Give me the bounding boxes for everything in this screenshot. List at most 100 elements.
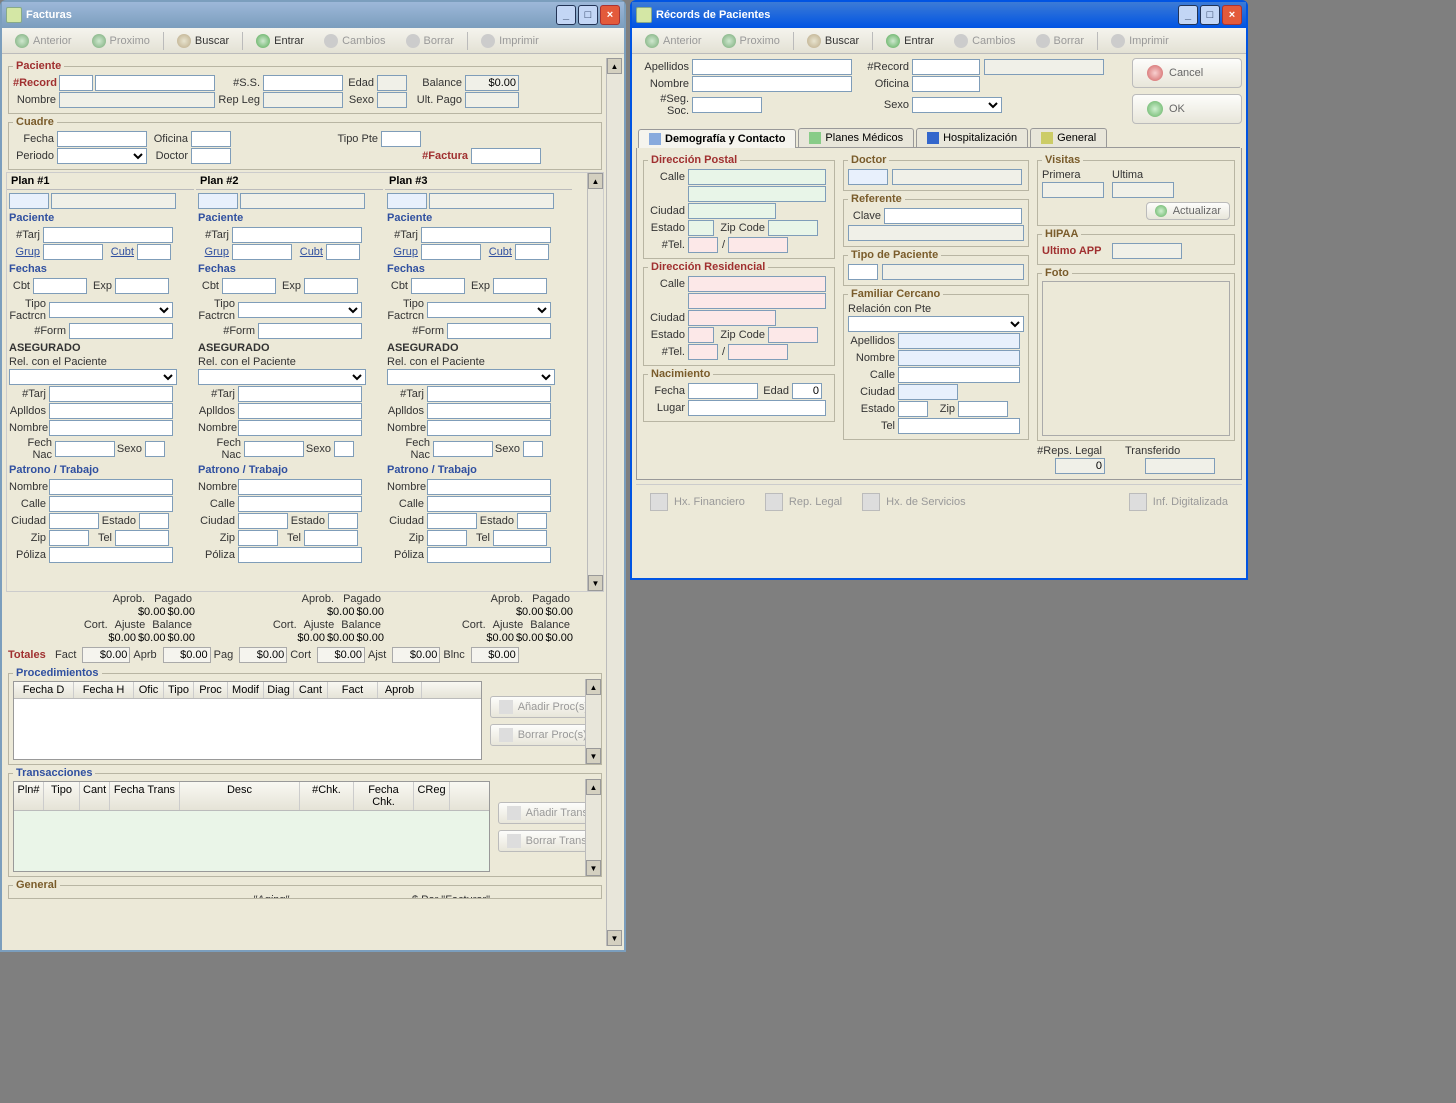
aseg-nombre-input[interactable] — [238, 420, 362, 436]
aseg-nombre-input[interactable] — [49, 420, 173, 436]
trans-col-header[interactable]: Fecha Trans — [110, 782, 180, 810]
aseg-fechnac-input[interactable] — [433, 441, 493, 457]
buscar-button[interactable]: Buscar — [168, 31, 238, 51]
fam-tel-input[interactable] — [898, 418, 1020, 434]
cbt-input[interactable] — [222, 278, 276, 294]
dp-tel2-input[interactable] — [728, 237, 788, 253]
scroll-down-icon[interactable]: ▼ — [607, 930, 622, 946]
grup-input[interactable] — [43, 244, 103, 260]
ref-name-input[interactable] — [848, 225, 1024, 241]
ultpago-input[interactable] — [465, 92, 519, 108]
photo-placeholder[interactable] — [1042, 281, 1230, 436]
close-button[interactable]: × — [1222, 5, 1242, 25]
pat-estado-input[interactable] — [517, 513, 547, 529]
minimize-button[interactable]: _ — [556, 5, 576, 25]
pat-calle-input[interactable] — [49, 496, 173, 512]
dr-ciudad-input[interactable] — [688, 310, 776, 326]
periodo-select[interactable] — [57, 148, 147, 164]
tipopte-input[interactable] — [381, 131, 421, 147]
proc-col-header[interactable]: Fact — [328, 682, 378, 698]
trans-col-header[interactable]: Tipo — [44, 782, 80, 810]
pat-poliza-input[interactable] — [49, 547, 173, 563]
record-input-2[interactable] — [95, 75, 215, 91]
proc-col-header[interactable]: Ofic — [134, 682, 164, 698]
pat-poliza-input[interactable] — [427, 547, 551, 563]
cubt-link[interactable]: Cubt — [103, 246, 137, 258]
tipofact-select[interactable] — [49, 302, 173, 318]
plan-code-input[interactable] — [387, 193, 427, 209]
tab-planes[interactable]: Planes Médicos — [798, 128, 914, 147]
proc-col-header[interactable]: Aprob — [378, 682, 422, 698]
cubt-input[interactable] — [515, 244, 549, 260]
scroll-up-icon[interactable]: ▲ — [586, 779, 601, 795]
nac-lugar-input[interactable] — [688, 400, 826, 416]
window-scrollbar[interactable]: ▲ ▼ — [606, 58, 622, 946]
nac-edad-input[interactable] — [792, 383, 822, 399]
ref-clave-input[interactable] — [884, 208, 1022, 224]
sexo-select[interactable] — [912, 97, 1002, 113]
aseg-fechnac-input[interactable] — [244, 441, 304, 457]
oficina-input[interactable] — [191, 131, 231, 147]
proc-col-header[interactable]: Cant — [294, 682, 328, 698]
aseg-nombre-input[interactable] — [427, 420, 551, 436]
maximize-button[interactable]: □ — [1200, 5, 1220, 25]
maximize-button[interactable]: □ — [578, 5, 598, 25]
dp-ciudad-input[interactable] — [688, 203, 776, 219]
proc-col-header[interactable]: Fecha D — [14, 682, 74, 698]
trans-col-header[interactable]: #Chk. — [300, 782, 354, 810]
aseg-sexo-input[interactable] — [523, 441, 543, 457]
dr-tel2-input[interactable] — [728, 344, 788, 360]
tipofact-select[interactable] — [427, 302, 551, 318]
scroll-up-icon[interactable]: ▲ — [588, 173, 603, 189]
fam-ciudad-input[interactable] — [898, 384, 958, 400]
plan-name-input[interactable] — [51, 193, 176, 209]
aseg-tarj-input[interactable] — [427, 386, 551, 402]
fam-calle-input[interactable] — [898, 367, 1020, 383]
pat-nombre-input[interactable] — [49, 479, 173, 495]
cubt-input[interactable] — [326, 244, 360, 260]
pat-tel-input[interactable] — [493, 530, 547, 546]
entrar-button[interactable]: Entrar — [247, 31, 313, 51]
cancel-button[interactable]: Cancel — [1132, 58, 1242, 88]
tab-demografia[interactable]: Demografía y Contacto — [638, 129, 796, 148]
aseg-sexo-input[interactable] — [145, 441, 165, 457]
exp-input[interactable] — [493, 278, 547, 294]
tipopte-name-input[interactable] — [882, 264, 1024, 280]
proc-col-header[interactable]: Fecha H — [74, 682, 134, 698]
fecha-input[interactable] — [57, 131, 147, 147]
aseg-apellidos-input[interactable] — [238, 403, 362, 419]
doctor-code-input[interactable] — [848, 169, 888, 185]
pat-ciudad-input[interactable] — [49, 513, 99, 529]
form-input[interactable] — [258, 323, 362, 339]
fam-estado-input[interactable] — [898, 401, 928, 417]
pat-estado-input[interactable] — [139, 513, 169, 529]
dp-calle-input[interactable] — [688, 169, 826, 185]
aseg-sexo-input[interactable] — [334, 441, 354, 457]
buscar-button[interactable]: Buscar — [798, 31, 868, 51]
aseg-apellidos-input[interactable] — [49, 403, 173, 419]
tarj-input[interactable] — [232, 227, 362, 243]
fam-apellidos-input[interactable] — [898, 333, 1020, 349]
sexo-input[interactable] — [377, 92, 407, 108]
dr-tel1-input[interactable] — [688, 344, 718, 360]
scroll-up-icon[interactable]: ▲ — [586, 679, 601, 695]
rel-select[interactable] — [9, 369, 177, 385]
cbt-input[interactable] — [411, 278, 465, 294]
form-input[interactable] — [447, 323, 551, 339]
cubt-link[interactable]: Cubt — [481, 246, 515, 258]
plans-scrollbar[interactable]: ▲ ▼ — [587, 173, 603, 591]
pat-tel-input[interactable] — [304, 530, 358, 546]
pat-calle-input[interactable] — [427, 496, 551, 512]
edad-input[interactable] — [377, 75, 407, 91]
fam-zip-input[interactable] — [958, 401, 1008, 417]
tarj-input[interactable] — [421, 227, 551, 243]
oficina-input[interactable] — [912, 76, 980, 92]
fam-nombre-input[interactable] — [898, 350, 1020, 366]
doctor-input[interactable] — [191, 148, 231, 164]
rel-select[interactable] — [198, 369, 366, 385]
pat-nombre-input[interactable] — [238, 479, 362, 495]
pat-zip-input[interactable] — [49, 530, 89, 546]
dr-calle2-input[interactable] — [688, 293, 826, 309]
scroll-up-icon[interactable]: ▲ — [607, 58, 622, 74]
tab-hospitalizacion[interactable]: Hospitalización — [916, 128, 1028, 147]
